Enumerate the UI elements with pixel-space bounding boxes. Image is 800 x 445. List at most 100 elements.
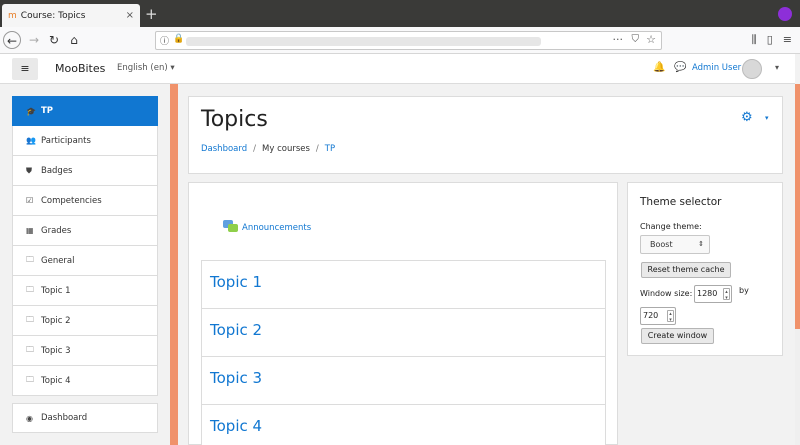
nav-item-competencies[interactable]: ☑ Competencies — [12, 186, 158, 216]
topic-title[interactable]: Topic 4 — [210, 417, 262, 435]
folder-icon: 🗀 — [26, 314, 34, 324]
nav-item-label: Topic 3 — [41, 345, 71, 356]
menu-icon[interactable]: ≡ — [783, 33, 792, 47]
change-theme-label: Change theme: — [640, 222, 702, 231]
close-tab-icon[interactable]: × — [126, 10, 134, 21]
spinner-icon[interactable]: ▴ ▾ — [667, 310, 674, 323]
nav-item-badges[interactable]: ⛊ Badges — [12, 156, 158, 186]
browser-tab[interactable]: m Course: Topics × — [2, 4, 140, 27]
nav-item-label: Topic 4 — [41, 375, 71, 386]
avatar[interactable] — [742, 59, 762, 79]
pocket-icon[interactable]: ⛉ — [632, 34, 640, 45]
announcements-label: Announcements — [242, 223, 312, 233]
folder-icon: 🗀 — [26, 344, 34, 354]
nav-item-label: Topic 2 — [41, 315, 71, 326]
url-text-redacted — [186, 37, 541, 46]
breadcrumb-my-courses: My courses — [262, 144, 310, 154]
forward-icon[interactable]: → — [25, 31, 43, 49]
page-header: Topics ⚙ ▾ Dashboard / My courses / TP — [188, 96, 783, 174]
lock-icon[interactable]: 🔒 — [173, 34, 184, 44]
forum-icon — [223, 220, 238, 232]
site-header: ≡ MooBites English (en) ▾ 🔔 💬 Admin User… — [0, 54, 795, 84]
page-actions-icon[interactable]: ··· — [613, 33, 624, 46]
nav-item-label: Competencies — [41, 195, 102, 206]
checkbox-icon: ☑ — [26, 196, 34, 205]
reload-icon[interactable]: ↻ — [45, 31, 63, 49]
nav-item-label: Topic 1 — [41, 285, 71, 296]
window-width-value: 1280 — [697, 289, 718, 298]
page-title: Topics — [201, 107, 268, 132]
user-menu-caret-icon[interactable]: ▾ — [775, 63, 779, 72]
notification-bell-icon[interactable]: 🔔 — [653, 62, 665, 73]
url-bar[interactable]: ⓘ 🔒 ··· ⛉ ☆ — [155, 31, 662, 50]
topic-section: Topic 3 — [201, 356, 606, 405]
drawer-toggle-button[interactable]: ≡ — [12, 58, 38, 80]
announcements-link[interactable]: Announcements — [223, 219, 311, 233]
table-icon: ▦ — [26, 226, 34, 235]
course-nav-list: 🎓 TP 👥 Participants ⛊ Badges ☑ Competenc… — [12, 96, 158, 396]
nav-item-label: Participants — [41, 135, 91, 146]
spinner-icon[interactable]: ▴ ▾ — [723, 288, 730, 301]
theme-selector-block: Theme selector Change theme: Boost ⇕ Res… — [627, 182, 783, 356]
nav-item-label: Dashboard — [41, 413, 88, 423]
nav-item-tp[interactable]: 🎓 TP — [12, 96, 158, 126]
nav-item-topic-4[interactable]: 🗀 Topic 4 — [12, 366, 158, 396]
toolbar-right: ⫼ ▯ ≡ — [752, 33, 792, 47]
select-arrows-icon: ⇕ — [698, 240, 704, 248]
nav-item-grades[interactable]: ▦ Grades — [12, 216, 158, 246]
create-window-button[interactable]: Create window — [641, 328, 714, 344]
nav-item-topic-2[interactable]: 🗀 Topic 2 — [12, 306, 158, 336]
breadcrumb-dashboard[interactable]: Dashboard — [201, 144, 247, 154]
window-height-input[interactable]: 720 ▴ ▾ — [640, 307, 676, 325]
bookmark-star-icon[interactable]: ☆ — [646, 33, 656, 46]
site-nav-list: ◉ Dashboard — [12, 403, 158, 433]
folder-icon: 🗀 — [26, 374, 34, 384]
library-icon[interactable]: ⫼ — [752, 33, 757, 47]
messages-icon[interactable]: 💬 — [674, 62, 686, 73]
window-size-label: Window size: — [640, 289, 693, 298]
page-scrollbar-thumb[interactable] — [795, 84, 800, 329]
browser-tab-bar: m Course: Topics × + — [0, 0, 800, 27]
theme-select[interactable]: Boost ⇕ — [640, 235, 710, 254]
folder-icon: 🗀 — [26, 254, 34, 264]
topic-title[interactable]: Topic 3 — [210, 369, 262, 387]
folder-icon: 🗀 — [26, 284, 34, 294]
nav-item-topic-3[interactable]: 🗀 Topic 3 — [12, 336, 158, 366]
topic-title[interactable]: Topic 2 — [210, 321, 262, 339]
nav-item-dashboard[interactable]: ◉ Dashboard — [12, 403, 158, 433]
topic-title[interactable]: Topic 1 — [210, 273, 262, 291]
breadcrumb-separator: / — [315, 144, 319, 154]
breadcrumb: Dashboard / My courses / TP — [201, 144, 335, 154]
topic-section: Topic 2 — [201, 308, 606, 357]
home-icon[interactable]: ⌂ — [65, 31, 83, 49]
gear-icon[interactable]: ⚙ — [741, 110, 753, 125]
info-icon[interactable]: ⓘ — [160, 34, 169, 47]
theme-select-value: Boost — [650, 240, 673, 249]
nav-item-label: Grades — [41, 225, 72, 236]
site-brand[interactable]: MooBites — [55, 62, 105, 75]
nav-item-topic-1[interactable]: 🗀 Topic 1 — [12, 276, 158, 306]
users-icon: 👥 — [26, 136, 36, 145]
chevron-down-icon[interactable]: ▾ — [765, 114, 769, 122]
sidebar-icon[interactable]: ▯ — [767, 33, 773, 47]
reset-theme-cache-button[interactable]: Reset theme cache — [641, 262, 731, 278]
dashboard-icon: ◉ — [26, 413, 33, 423]
user-name[interactable]: Admin User — [692, 63, 741, 73]
browser-nav-bar: ← → ↻ ⌂ ⓘ 🔒 ··· ⛉ ☆ ⫼ ▯ ≡ — [0, 27, 800, 54]
back-icon[interactable]: ← — [3, 31, 21, 49]
nav-item-participants[interactable]: 👥 Participants — [12, 126, 158, 156]
new-tab-button[interactable]: + — [145, 5, 158, 23]
language-menu[interactable]: English (en) ▾ — [117, 63, 175, 73]
graduation-cap-icon: 🎓 — [26, 106, 36, 116]
window-height-value: 720 — [643, 311, 659, 320]
tab-title: Course: Topics — [20, 10, 86, 21]
nav-item-label: TP — [41, 106, 54, 116]
by-label: by — [739, 286, 749, 295]
block-title: Theme selector — [640, 196, 722, 208]
nav-item-label: Badges — [41, 165, 73, 176]
breadcrumb-separator: / — [253, 144, 256, 154]
breadcrumb-course[interactable]: TP — [325, 144, 335, 154]
window-width-input[interactable]: 1280 ▴ ▾ — [694, 285, 732, 303]
nav-item-general[interactable]: 🗀 General — [12, 246, 158, 276]
drawer-edge — [170, 84, 178, 445]
